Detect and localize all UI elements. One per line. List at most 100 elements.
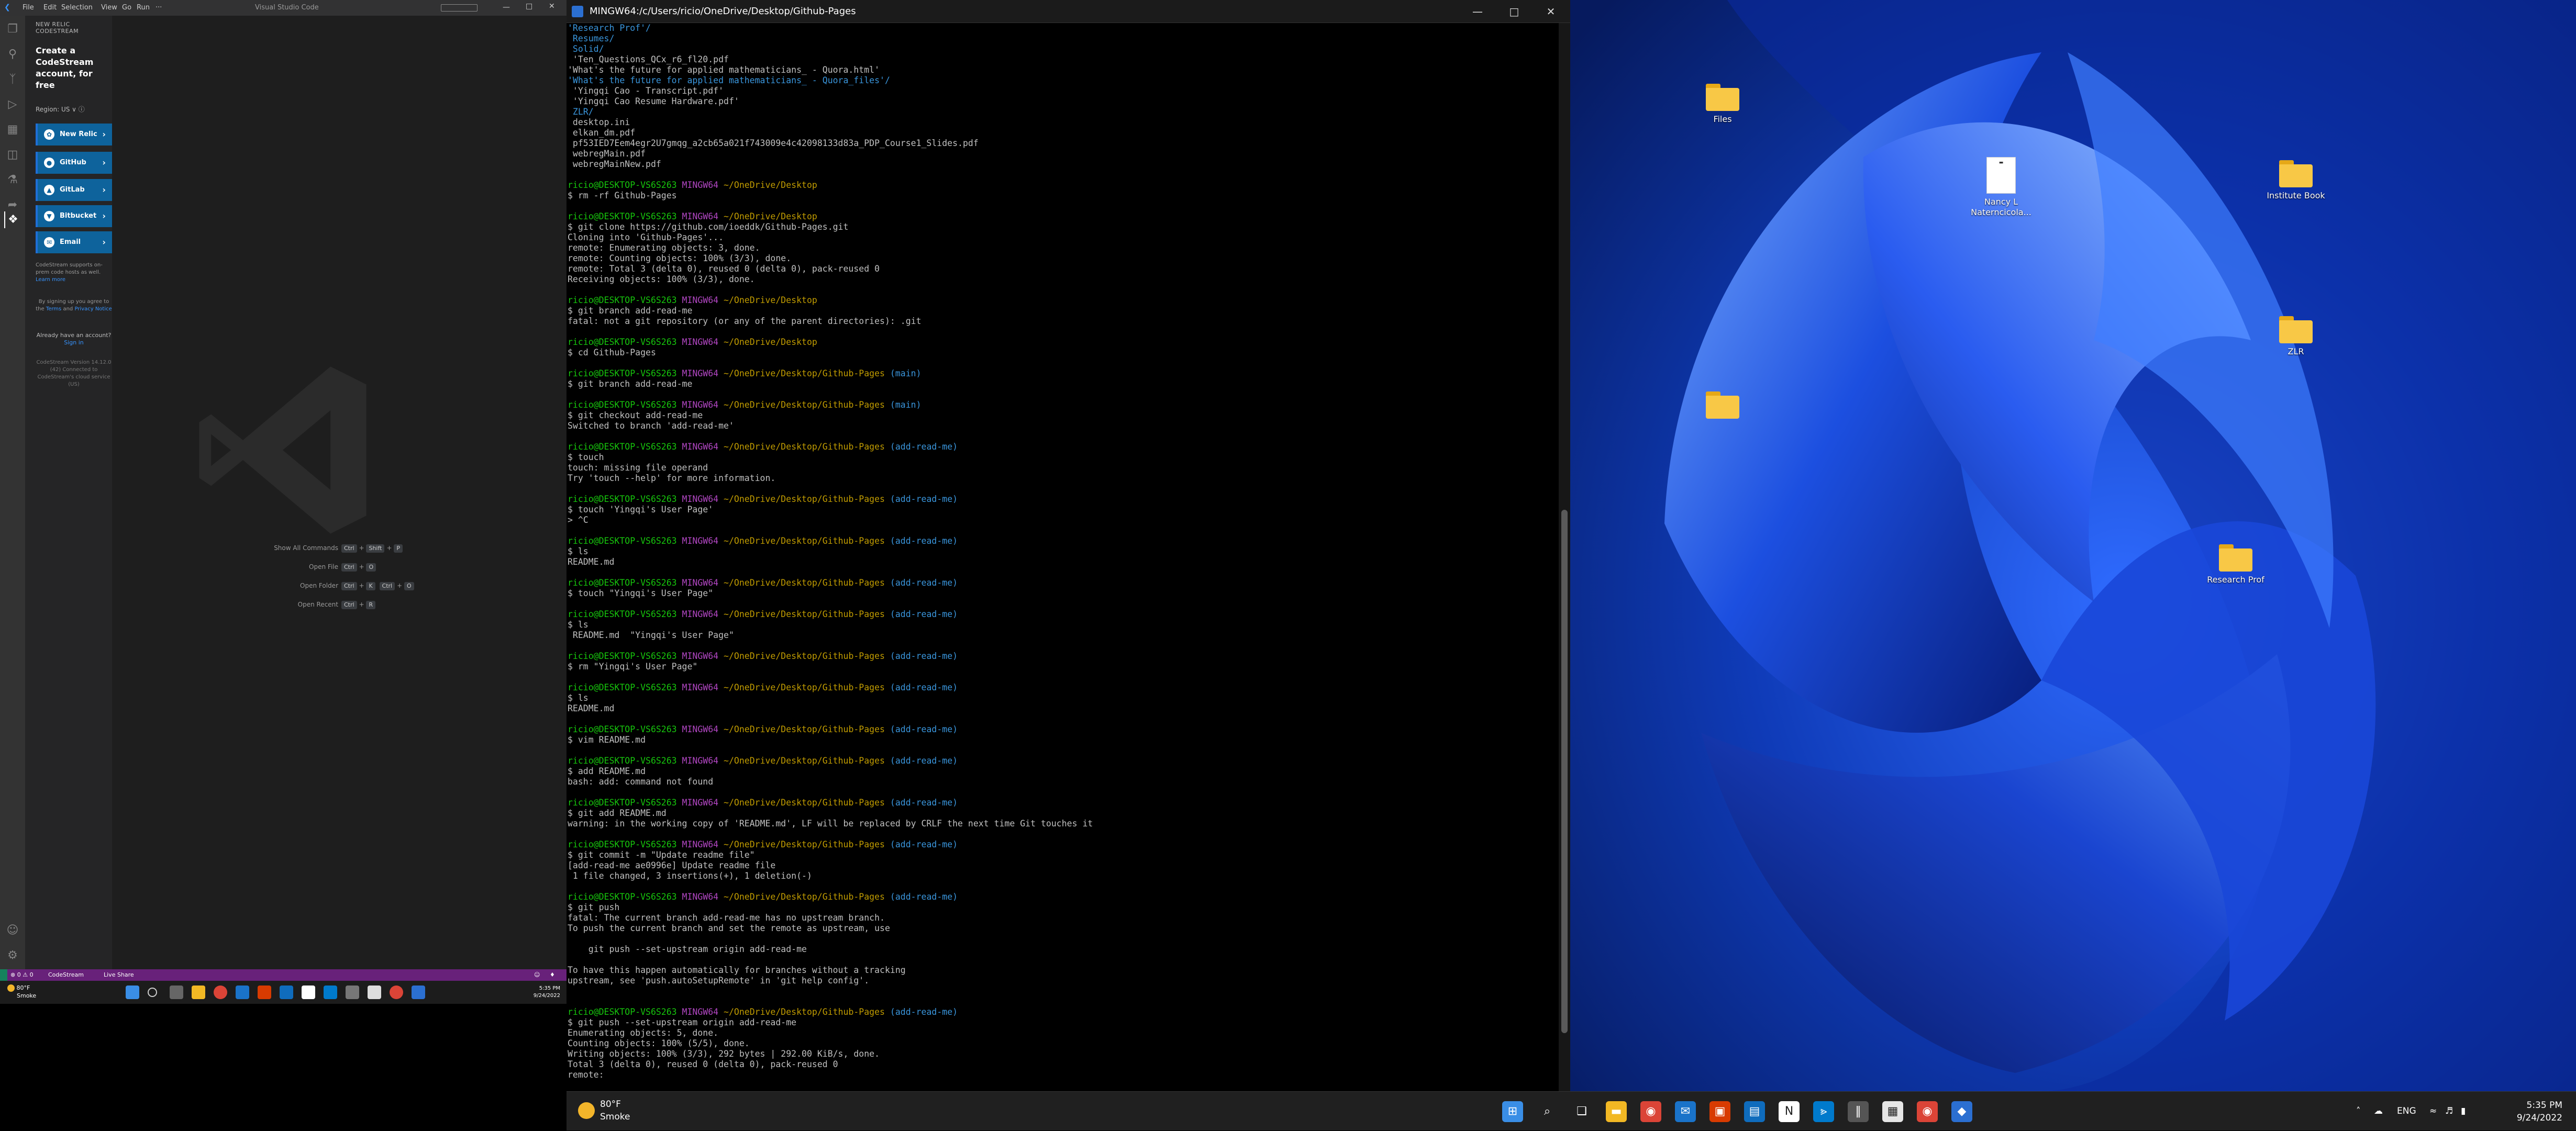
weather-widget[interactable]: 80°F Smoke xyxy=(7,984,36,1000)
privacy-link[interactable]: Privacy Notice xyxy=(74,306,112,312)
terminal-segment: ricio@DESKTOP-VS6S263 xyxy=(568,724,682,734)
sso-button-gitlab[interactable]: ▲ GitLab › xyxy=(36,179,112,201)
minimize-icon[interactable]: — xyxy=(1459,0,1496,23)
store-icon[interactable] xyxy=(368,986,381,999)
maximize-icon[interactable]: □ xyxy=(1496,0,1533,23)
start-icon[interactable]: ⊞ xyxy=(1502,1101,1523,1122)
desktop: Files ▬ Nancy L Naterncicola... Institut… xyxy=(1570,0,2576,1091)
task-view-icon[interactable]: ❑ xyxy=(1571,1101,1592,1122)
desktop-icon-nancy[interactable]: ▬ Nancy L Naterncicola... xyxy=(1962,157,2040,218)
shortcut-open-recent[interactable]: Open Recent Ctrl + R xyxy=(112,601,567,611)
left-clock[interactable]: 5:35 PM 9/24/2022 xyxy=(534,985,560,1000)
chrome-icon[interactable] xyxy=(214,986,227,999)
terminal-segment: ricio@DESKTOP-VS6S263 xyxy=(568,295,682,305)
close-icon[interactable]: ✕ xyxy=(1533,0,1569,23)
terminal-segment: 'Yingqi Cao - Transcript.pdf' xyxy=(568,86,724,96)
search-icon[interactable] xyxy=(148,988,157,997)
library-icon[interactable] xyxy=(346,986,359,999)
desktop-icon-research-prof[interactable]: Research Prof xyxy=(2196,544,2275,585)
shortcut-open-file[interactable]: Open File Ctrl + O xyxy=(112,563,567,574)
git-bash-icon[interactable]: ◆ xyxy=(1951,1101,1972,1122)
shortcut-show-all-commands[interactable]: Show All Commands Ctrl + Shift + P xyxy=(112,544,567,555)
remote-indicator-icon[interactable] xyxy=(0,969,7,981)
terms-link[interactable]: Terms xyxy=(46,306,61,312)
desktop-icon-zlr[interactable]: ZLR xyxy=(2257,316,2335,357)
terminal-output[interactable]: 'Research Prof'/ Resumes/ Solid/ 'Ten_Qu… xyxy=(567,23,1559,1091)
remote-explorer-icon[interactable]: ◫ xyxy=(4,147,21,163)
language-indicator[interactable]: ENG xyxy=(2397,1092,2416,1131)
terminal-line: $ git checkout add-read-me xyxy=(568,410,1557,421)
run-debug-icon[interactable]: ▷ xyxy=(4,96,21,113)
speaker-icon[interactable]: ♬ xyxy=(2445,1092,2453,1131)
menu-more[interactable]: ··· xyxy=(151,0,166,16)
chrome-alt-icon[interactable]: ◉ xyxy=(1917,1101,1938,1122)
feedback-icon[interactable]: ☺ xyxy=(534,969,540,981)
terminal-scrollbar[interactable] xyxy=(1559,23,1570,1091)
sso-button-new-relic[interactable]: ✿ New Relic › xyxy=(36,124,112,145)
wifi-icon[interactable]: ≈ xyxy=(2429,1092,2437,1131)
search-icon[interactable]: ⚲ xyxy=(4,46,21,63)
problems-indicator[interactable]: ⊗ 0 ⚠ 0 xyxy=(10,969,34,981)
shortcut-open-folder[interactable]: Open Folder Ctrl + K Ctrl + O xyxy=(112,582,567,592)
codestream-status[interactable]: CodeStream xyxy=(48,969,84,981)
terminal-segment: $ git clone https://github.com/ioeddk/Gi… xyxy=(568,222,849,232)
terminal-line: webregMain.pdf xyxy=(568,149,1557,159)
notion-icon[interactable]: N xyxy=(1779,1101,1800,1122)
store-icon[interactable]: ▦ xyxy=(1882,1101,1903,1122)
sign-in-link[interactable]: Sign in xyxy=(64,339,84,346)
terminal-line: ricio@DESKTOP-VS6S263 MINGW64 ~/OneDrive… xyxy=(568,295,1557,306)
onedrive-cloud-icon[interactable]: ☁ xyxy=(2374,1092,2383,1131)
menu-selection[interactable]: Selection xyxy=(57,0,97,16)
chevron-up-icon[interactable]: ˄ xyxy=(2356,1092,2361,1131)
office-icon[interactable]: ▣ xyxy=(1709,1101,1730,1122)
mail-icon[interactable]: ✉ xyxy=(1675,1101,1696,1122)
battery-icon[interactable]: ▮ xyxy=(2461,1092,2466,1131)
explorer-icon[interactable]: ❐ xyxy=(4,21,21,38)
accounts-icon[interactable]: ☺ xyxy=(4,922,21,939)
sso-button-email[interactable]: ✉ Email › xyxy=(36,231,112,253)
desktop-icon-institute-book[interactable]: Institute Book xyxy=(2257,160,2335,201)
settings-gear-icon[interactable]: ⚙ xyxy=(4,947,21,964)
sso-button-bitbucket[interactable]: ▼ Bitbucket › xyxy=(36,205,112,227)
scrollbar-thumb[interactable] xyxy=(1561,510,1568,1033)
desktop-icon-files[interactable]: Files xyxy=(1683,84,1762,125)
system-tray: ˄ ☁ ENG ≈ ♬ ▮ 5:35 PM 9/24/2022 xyxy=(2356,1092,2576,1131)
file-explorer-icon[interactable]: ▬ xyxy=(1606,1101,1627,1122)
testing-icon[interactable]: ⚗ xyxy=(4,172,21,188)
layout-toggle-icons[interactable] xyxy=(441,4,478,12)
terminal-line: webregMainNew.pdf xyxy=(568,159,1557,170)
taskbar-clock[interactable]: 5:35 PM 9/24/2022 xyxy=(2517,1099,2562,1124)
file-explorer-icon[interactable] xyxy=(192,986,205,999)
outlook-icon[interactable]: ▤ xyxy=(1744,1101,1765,1122)
library-icon[interactable]: ‖ xyxy=(1848,1101,1869,1122)
task-view-icon[interactable] xyxy=(170,986,183,999)
region-selector[interactable]: Region: US ∨ ⓘ xyxy=(36,105,85,114)
outlook-icon[interactable] xyxy=(280,986,293,999)
liveshare-status[interactable]: Live Share xyxy=(104,969,134,981)
menu-file[interactable]: File xyxy=(18,0,39,16)
desktop-icon-folder[interactable] xyxy=(1683,391,1762,422)
notifications-bell-icon[interactable]: ♦ xyxy=(550,969,555,981)
extensions-icon[interactable]: ▦ xyxy=(4,121,21,138)
vscode-icon[interactable] xyxy=(324,986,337,999)
search-icon[interactable]: ⌕ xyxy=(1537,1101,1558,1122)
codestream-icon[interactable]: ❖ xyxy=(4,211,21,228)
office-icon[interactable] xyxy=(258,986,271,999)
key-plus: + xyxy=(397,582,403,589)
chrome-alt-icon[interactable] xyxy=(390,986,403,999)
maximize-icon[interactable]: □ xyxy=(526,2,532,10)
terminal-segment: ~/OneDrive/Desktop/Github-Pages xyxy=(724,892,890,902)
sso-button-github[interactable]: ● GitHub › xyxy=(36,152,112,174)
terminal-segment: touch: missing file operand xyxy=(568,463,708,473)
mail-icon[interactable] xyxy=(236,986,249,999)
close-icon[interactable]: ✕ xyxy=(549,2,555,10)
learn-more-link[interactable]: Learn more xyxy=(36,277,65,283)
notion-icon[interactable] xyxy=(302,986,315,999)
chrome-icon[interactable]: ◉ xyxy=(1640,1101,1661,1122)
vscode-icon[interactable]: ⪢ xyxy=(1813,1101,1834,1122)
git-bash-icon[interactable] xyxy=(412,986,425,999)
minimize-icon[interactable]: — xyxy=(503,3,510,12)
start-icon[interactable] xyxy=(126,986,139,999)
source-control-icon[interactable]: ᛉ xyxy=(4,71,21,88)
